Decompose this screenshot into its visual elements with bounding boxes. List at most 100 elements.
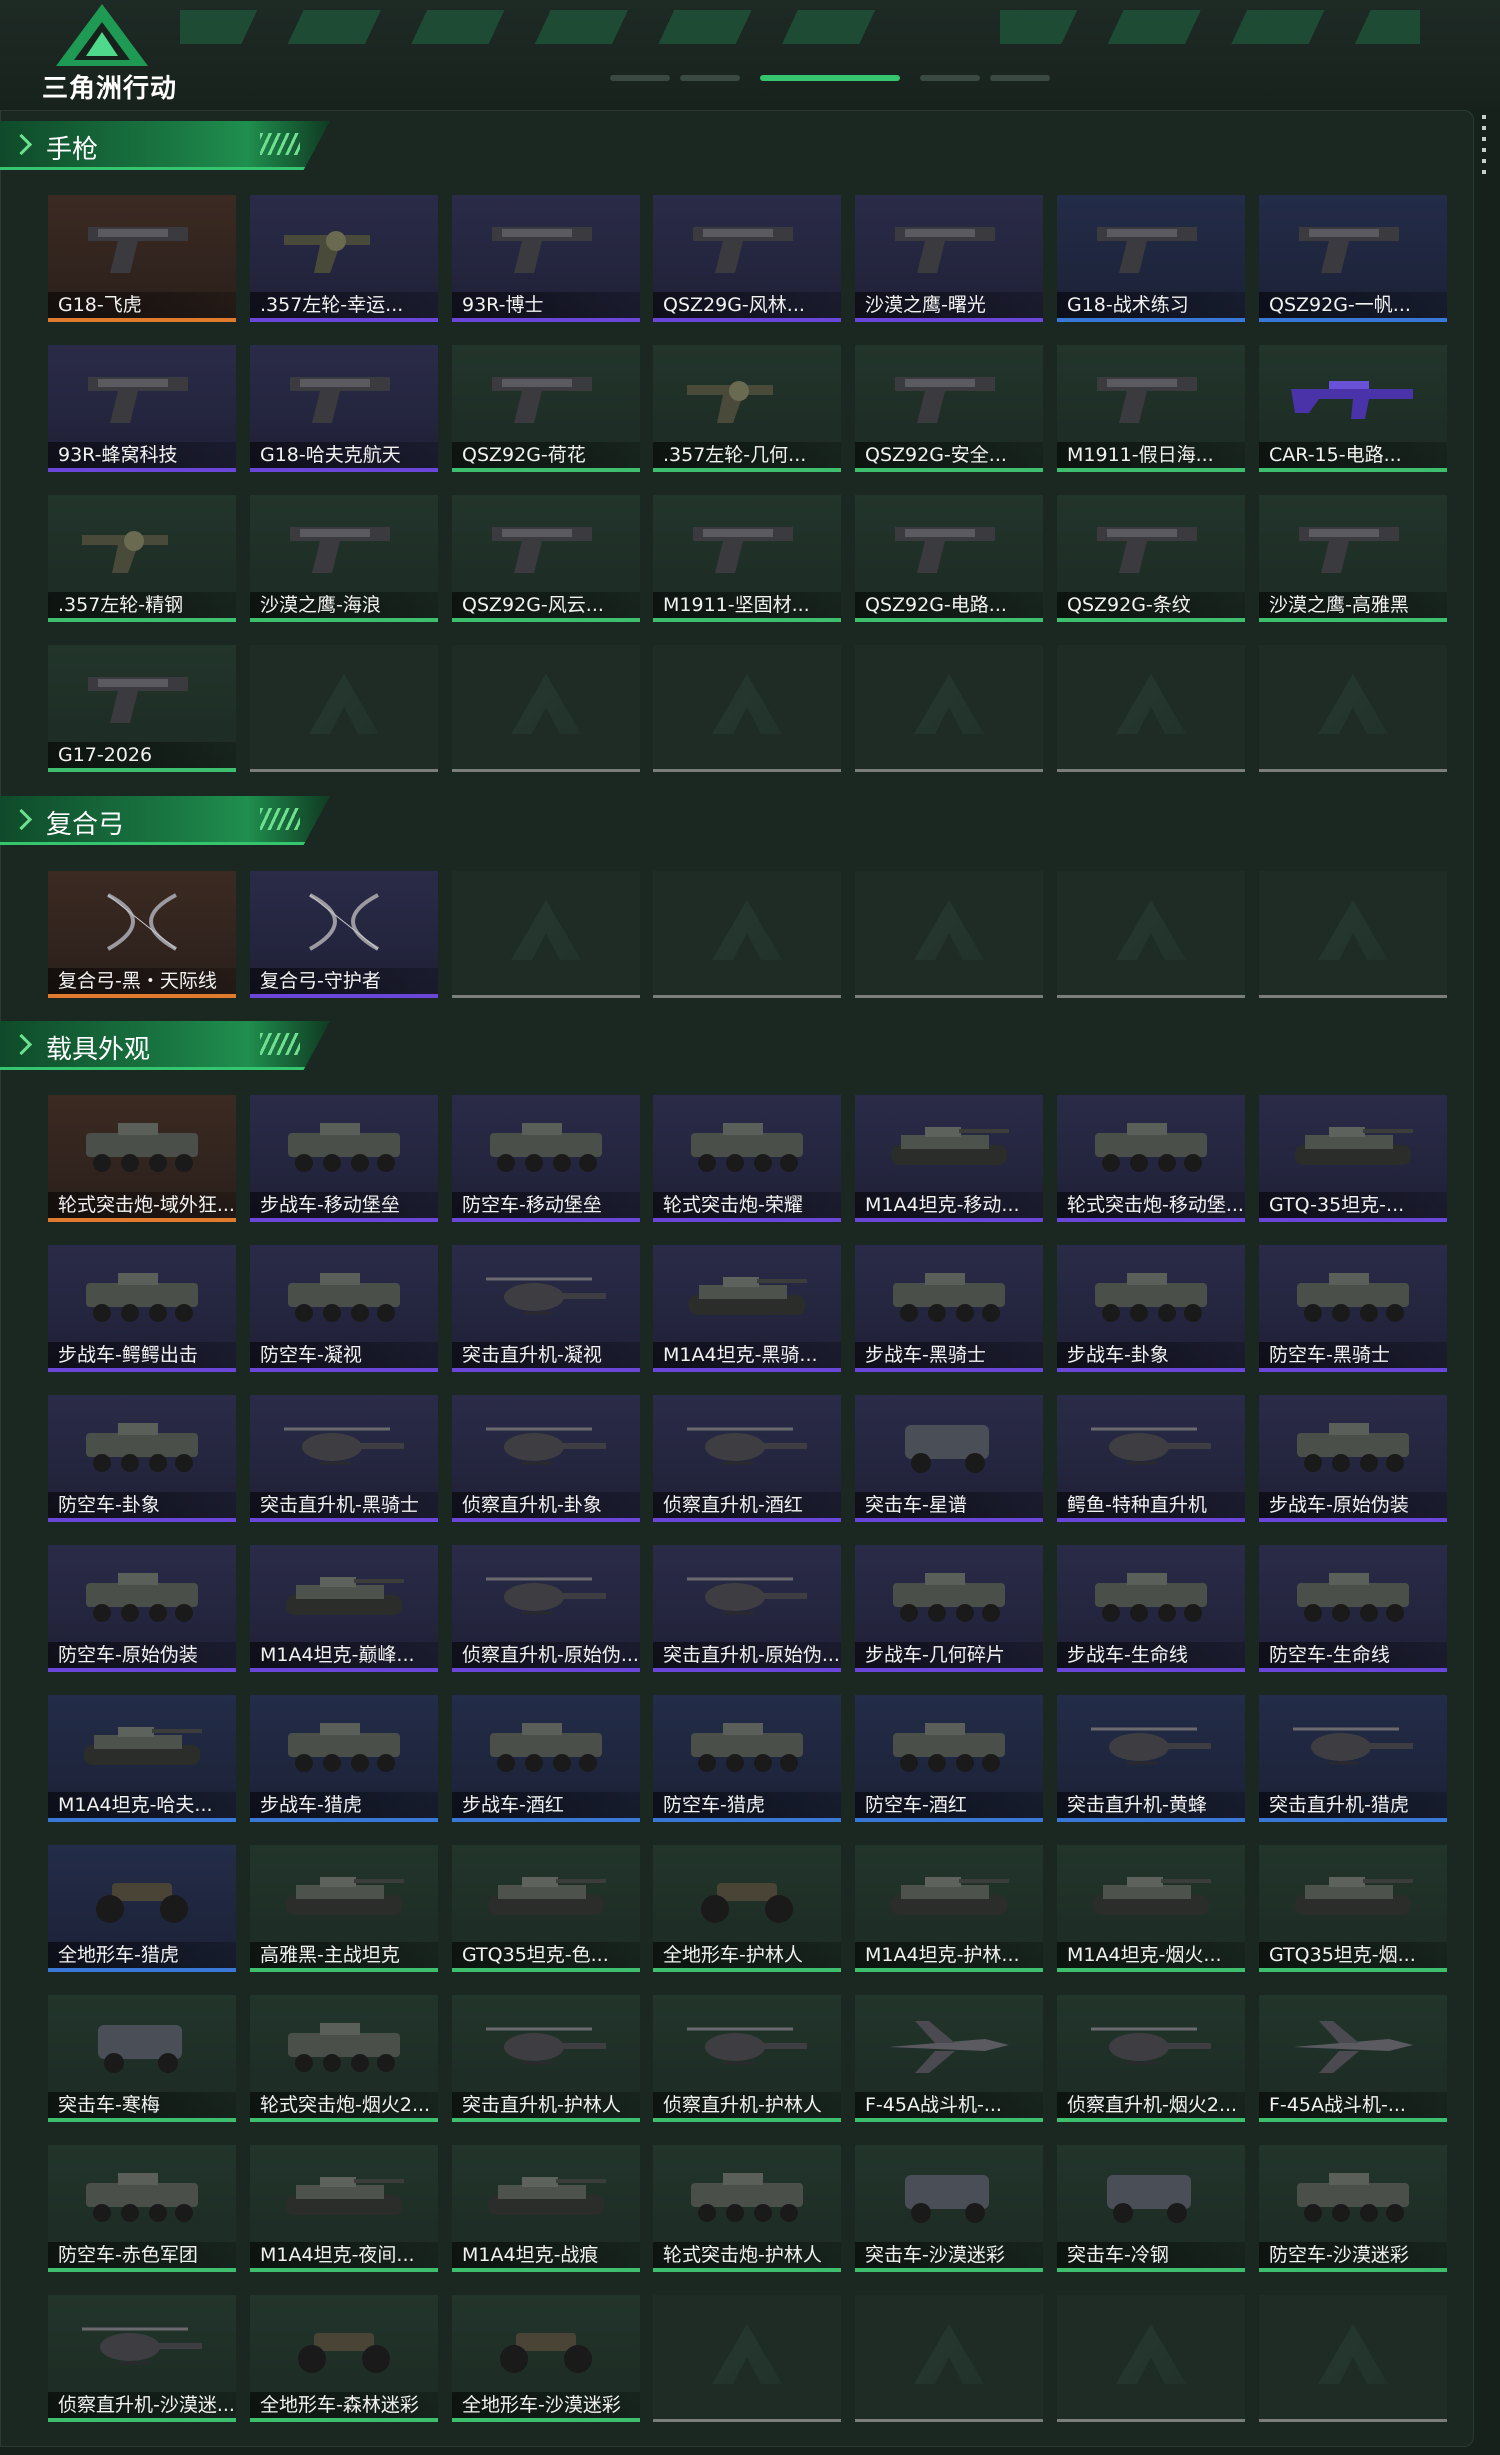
item-tile[interactable]: 防空车-移动堡垒 bbox=[452, 1095, 640, 1222]
item-tile[interactable]: 步战车-生命线 bbox=[1057, 1545, 1245, 1672]
rarity-bar bbox=[1057, 1518, 1245, 1522]
item-tile[interactable]: 全地形车-沙漠迷彩 bbox=[452, 2295, 640, 2422]
item-tile[interactable]: 全地形车-森林迷彩 bbox=[250, 2295, 438, 2422]
item-tile[interactable]: 轮式突击炮-护林人 bbox=[653, 2145, 841, 2272]
item-tile[interactable]: M1A4坦克-黑骑... bbox=[653, 1245, 841, 1372]
item-tile[interactable]: 突击直升机-护林人 bbox=[452, 1995, 640, 2122]
item-tile[interactable]: 侦察直升机-护林人 bbox=[653, 1995, 841, 2122]
item-tile[interactable]: 突击直升机-黑骑士 bbox=[250, 1395, 438, 1522]
item-tile[interactable]: 步战车-移动堡垒 bbox=[250, 1095, 438, 1222]
item-tile[interactable]: GTQ35坦克-烟... bbox=[1259, 1845, 1447, 1972]
item-tile[interactable]: M1A4坦克-夜间... bbox=[250, 2145, 438, 2272]
item-tile[interactable]: M1A4坦克-护林... bbox=[855, 1845, 1043, 1972]
item-tile[interactable]: G18-哈夫克航天 bbox=[250, 345, 438, 472]
item-tile[interactable]: 侦察直升机-烟火2... bbox=[1057, 1995, 1245, 2122]
item-tile[interactable]: QSZ92G-一帆... bbox=[1259, 195, 1447, 322]
item-tile[interactable]: 沙漠之鹰-曙光 bbox=[855, 195, 1043, 322]
item-tile[interactable]: QSZ92G-风云... bbox=[452, 495, 640, 622]
item-tile[interactable]: F-45A战斗机-... bbox=[855, 1995, 1043, 2122]
apc-icon bbox=[1297, 1423, 1409, 1472]
item-tile[interactable]: QSZ92G-条纹 bbox=[1057, 495, 1245, 622]
item-tile[interactable]: M1A4坦克-移动... bbox=[855, 1095, 1043, 1222]
item-tile[interactable]: 全地形车-猎虎 bbox=[48, 1845, 236, 1972]
item-tile[interactable]: 突击车-沙漠迷彩 bbox=[855, 2145, 1043, 2272]
item-tile[interactable]: 步战车-原始伪装 bbox=[1259, 1395, 1447, 1522]
item-tile[interactable]: 侦察直升机-原始伪... bbox=[452, 1545, 640, 1672]
item-tile[interactable]: 防空车-生命线 bbox=[1259, 1545, 1447, 1672]
rarity-bar bbox=[250, 2268, 438, 2272]
item-tile[interactable]: 步战车-鳄鳄出击 bbox=[48, 1245, 236, 1372]
item-tile[interactable]: 突击车-冷钢 bbox=[1057, 2145, 1245, 2272]
item-tile[interactable]: 步战车-酒红 bbox=[452, 1695, 640, 1822]
item-name: 步战车-酒红 bbox=[452, 1792, 640, 1818]
item-tile[interactable]: GTQ-35坦克-... bbox=[1259, 1095, 1447, 1222]
watermark-logo-icon bbox=[914, 2324, 984, 2384]
item-tile[interactable]: M1A4坦克-巅峰... bbox=[250, 1545, 438, 1672]
item-tile[interactable]: 复合弓-守护者 bbox=[250, 871, 438, 998]
item-tile[interactable]: 防空车-赤色军团 bbox=[48, 2145, 236, 2272]
item-tile[interactable]: F-45A战斗机-... bbox=[1259, 1995, 1447, 2122]
empty-slot bbox=[1259, 645, 1447, 772]
item-tile[interactable]: 突击直升机-凝视 bbox=[452, 1245, 640, 1372]
item-tile[interactable]: 突击直升机-黄蜂 bbox=[1057, 1695, 1245, 1822]
item-tile[interactable]: M1A4坦克-烟火... bbox=[1057, 1845, 1245, 1972]
item-tile[interactable]: .357左轮-几何... bbox=[653, 345, 841, 472]
item-tile[interactable]: 防空车-沙漠迷彩 bbox=[1259, 2145, 1447, 2272]
item-tile[interactable]: M1A4坦克-哈夫... bbox=[48, 1695, 236, 1822]
item-tile[interactable]: 沙漠之鹰-海浪 bbox=[250, 495, 438, 622]
item-tile[interactable]: 侦察直升机-酒红 bbox=[653, 1395, 841, 1522]
item-tile[interactable]: 步战车-黑骑士 bbox=[855, 1245, 1043, 1372]
item-tile[interactable]: 侦察直升机-卦象 bbox=[452, 1395, 640, 1522]
item-tile[interactable]: 突击车-寒梅 bbox=[48, 1995, 236, 2122]
item-name: 突击车-冷钢 bbox=[1057, 2242, 1245, 2268]
item-tile[interactable]: QSZ92G-安全... bbox=[855, 345, 1043, 472]
item-tile[interactable]: QSZ29G-风林... bbox=[653, 195, 841, 322]
item-tile[interactable]: 突击直升机-猎虎 bbox=[1259, 1695, 1447, 1822]
item-tile[interactable]: 沙漠之鹰-高雅黑 bbox=[1259, 495, 1447, 622]
tank-icon bbox=[891, 1127, 1009, 1165]
item-tile[interactable]: 防空车-酒红 bbox=[855, 1695, 1043, 1822]
item-tile[interactable]: 步战车-猎虎 bbox=[250, 1695, 438, 1822]
item-tile[interactable]: 步战车-几何碎片 bbox=[855, 1545, 1043, 1672]
item-tile[interactable]: G17-2026 bbox=[48, 645, 236, 772]
item-tile[interactable]: 轮式突击炮-荣耀 bbox=[653, 1095, 841, 1222]
item-tile[interactable]: 93R-博士 bbox=[452, 195, 640, 322]
item-tile[interactable]: 防空车-凝视 bbox=[250, 1245, 438, 1372]
rarity-bar bbox=[1057, 1368, 1245, 1372]
item-tile[interactable]: 防空车-黑骑士 bbox=[1259, 1245, 1447, 1372]
item-name: M1A4坦克-战痕 bbox=[452, 2242, 640, 2268]
item-tile[interactable]: 轮式突击炮-移动堡... bbox=[1057, 1095, 1245, 1222]
item-name: 93R-博士 bbox=[452, 292, 640, 318]
scrollbar-handle[interactable] bbox=[1482, 115, 1486, 175]
item-tile[interactable]: CAR-15-电路... bbox=[1259, 345, 1447, 472]
item-tile[interactable]: 防空车-原始伪装 bbox=[48, 1545, 236, 1672]
item-tile[interactable]: G18-战术练习 bbox=[1057, 195, 1245, 322]
item-tile[interactable]: .357左轮-精钢 bbox=[48, 495, 236, 622]
item-tile[interactable]: M1911-坚固材... bbox=[653, 495, 841, 622]
item-name: 复合弓-黑・天际线 bbox=[48, 968, 236, 994]
item-tile[interactable]: .357左轮-幸运... bbox=[250, 195, 438, 322]
item-tile[interactable]: 防空车-卦象 bbox=[48, 1395, 236, 1522]
item-tile[interactable]: GTQ35坦克-色... bbox=[452, 1845, 640, 1972]
item-tile[interactable]: M1A4坦克-战痕 bbox=[452, 2145, 640, 2272]
item-tile[interactable]: 防空车-猎虎 bbox=[653, 1695, 841, 1822]
item-tile[interactable]: 全地形车-护林人 bbox=[653, 1845, 841, 1972]
item-tile[interactable]: 93R-蜂窝科技 bbox=[48, 345, 236, 472]
item-tile[interactable]: 突击直升机-原始伪... bbox=[653, 1545, 841, 1672]
item-tile[interactable]: QSZ92G-荷花 bbox=[452, 345, 640, 472]
rarity-bar bbox=[250, 318, 438, 322]
item-tile[interactable]: 高雅黑-主战坦克 bbox=[250, 1845, 438, 1972]
item-tile[interactable]: 轮式突击炮-域外狂... bbox=[48, 1095, 236, 1222]
rarity-bar bbox=[653, 618, 841, 622]
item-tile[interactable]: 复合弓-黑・天际线 bbox=[48, 871, 236, 998]
item-tile[interactable]: 步战车-卦象 bbox=[1057, 1245, 1245, 1372]
item-tile[interactable]: G18-飞虎 bbox=[48, 195, 236, 322]
helicopter-icon bbox=[284, 1427, 404, 1465]
item-tile[interactable]: M1911-假日海... bbox=[1057, 345, 1245, 472]
item-tile[interactable]: QSZ92G-电路... bbox=[855, 495, 1043, 622]
banner-stripes-right bbox=[1000, 10, 1420, 44]
item-tile[interactable]: 侦察直升机-沙漠迷... bbox=[48, 2295, 236, 2422]
item-tile[interactable]: 轮式突击炮-烟火2... bbox=[250, 1995, 438, 2122]
item-tile[interactable]: 鳄鱼-特种直升机 bbox=[1057, 1395, 1245, 1522]
item-tile[interactable]: 突击车-星谱 bbox=[855, 1395, 1043, 1522]
